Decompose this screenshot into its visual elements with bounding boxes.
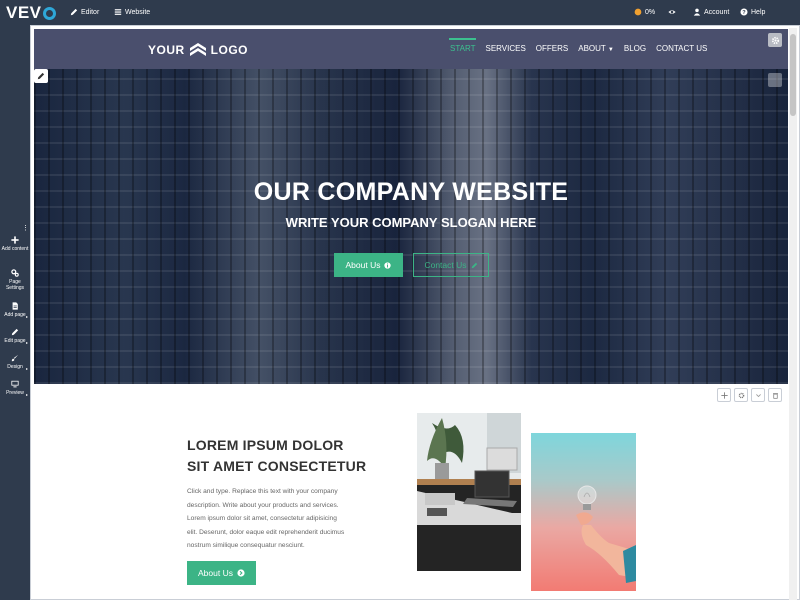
sidebar-item-label: Design bbox=[7, 364, 23, 370]
sidebar-item-preview[interactable]: Preview ▸ bbox=[0, 380, 30, 397]
lightbulb-hand-photo[interactable] bbox=[531, 433, 636, 591]
help-menu[interactable]: ? Help bbox=[740, 8, 765, 16]
section-settings-button[interactable] bbox=[734, 388, 748, 402]
pencil-icon bbox=[70, 8, 78, 16]
move-section-button[interactable] bbox=[717, 388, 731, 402]
pencil-icon bbox=[37, 72, 45, 80]
nav-link-contact[interactable]: CONTACT US bbox=[656, 44, 707, 53]
website-menu[interactable]: Website bbox=[114, 8, 150, 16]
brush-icon bbox=[11, 354, 19, 362]
plus-icon bbox=[11, 236, 19, 244]
sidebar-item-label: Add page bbox=[4, 312, 26, 318]
caret-icon: ▸ bbox=[25, 366, 28, 371]
contact-us-button-label: Contact Us bbox=[424, 260, 467, 270]
hero-edit-button[interactable] bbox=[34, 69, 48, 83]
canvas-scrollbar-thumb[interactable] bbox=[790, 34, 796, 116]
nav-link-start[interactable]: START bbox=[448, 38, 477, 53]
editor-topbar: VEV Editor Website 0% Account ? Help bbox=[0, 0, 800, 25]
hero-title: OUR COMPANY WEBSITE bbox=[253, 178, 569, 206]
help-label: Help bbox=[751, 8, 766, 16]
sidebar-item-label: Edit page bbox=[4, 338, 26, 344]
cogs-icon bbox=[11, 269, 19, 277]
nav-link-services[interactable]: SERVICES bbox=[485, 44, 525, 53]
contact-us-button[interactable]: Contact Us bbox=[413, 253, 489, 277]
sidebar-item-design[interactable]: Design ▸ bbox=[0, 354, 30, 371]
hero-subtitle: WRITE YOUR COMPANY SLOGAN HERE bbox=[285, 215, 537, 230]
content-about-us-button-label: About Us bbox=[198, 568, 233, 578]
sidebar-item-add-content[interactable]: Add content bbox=[0, 236, 30, 252]
list-icon bbox=[114, 9, 122, 15]
content-body-line: Click and type. Replace this text with y… bbox=[187, 488, 338, 495]
monitor-icon bbox=[11, 380, 19, 388]
content-about-us-button[interactable]: About Us bbox=[187, 561, 256, 585]
chevron-down-icon bbox=[755, 393, 761, 397]
content-body-line: nostrum similique consequatur nesciunt. bbox=[187, 542, 305, 549]
hero-copy-button[interactable] bbox=[768, 73, 782, 87]
arrow-circle-right-icon bbox=[237, 569, 245, 577]
sidebar-item-label: Preview bbox=[6, 390, 24, 396]
content-title-line: LOREM IPSUM DOLOR bbox=[187, 437, 344, 453]
header-settings-button[interactable] bbox=[768, 33, 782, 47]
app-logo[interactable]: VEV bbox=[6, 3, 56, 23]
sidebar-item-page-settings[interactable]: Page Settings bbox=[0, 269, 30, 291]
trash-icon bbox=[772, 392, 778, 399]
sidebar-item-label: Add content bbox=[1, 246, 29, 252]
gear-icon bbox=[771, 36, 779, 44]
nav-link-blog[interactable]: BLOG bbox=[624, 44, 646, 53]
gear-icon bbox=[738, 392, 744, 398]
caret-icon: ▸ bbox=[25, 340, 28, 345]
website-menu-label: Website bbox=[125, 8, 151, 16]
delete-section-button[interactable] bbox=[768, 388, 782, 402]
logo-ring-icon bbox=[42, 6, 56, 20]
content-body-line: Lorem ipsum dolor sit amet, consectetur … bbox=[187, 515, 337, 522]
nav-link-about-label: ABOUT bbox=[578, 44, 606, 53]
site-logo-right: LOGO bbox=[210, 43, 249, 57]
info-icon bbox=[384, 261, 392, 269]
site-logo[interactable]: YOUR LOGO bbox=[148, 41, 248, 59]
site-header: YOUR LOGO START SERVICES OFFERS ABOUT ▼ … bbox=[34, 29, 788, 69]
move-icon bbox=[720, 391, 728, 399]
site-nav: START SERVICES OFFERS ABOUT ▼ BLOG CONTA… bbox=[448, 38, 717, 53]
progress-icon bbox=[634, 8, 642, 16]
editor-menu[interactable]: Editor bbox=[70, 8, 99, 16]
nav-link-about[interactable]: ABOUT ▼ bbox=[578, 44, 614, 53]
section-collapse-button[interactable] bbox=[751, 388, 765, 402]
account-label: Account bbox=[704, 8, 730, 16]
pencil-icon bbox=[471, 262, 477, 268]
sidebar-resize-handle[interactable]: ⋮ bbox=[22, 224, 29, 232]
svg-text:?: ? bbox=[742, 10, 746, 16]
content-body-line: elit. Deserunt, dolor eaque edit reprehe… bbox=[187, 528, 345, 536]
help-icon: ? bbox=[740, 8, 748, 16]
about-us-button-label: About Us bbox=[345, 260, 381, 270]
office-desk-photo[interactable] bbox=[417, 413, 521, 571]
preview-eye-button[interactable] bbox=[668, 8, 676, 16]
file-icon bbox=[12, 302, 18, 310]
section-toolbar bbox=[717, 388, 782, 402]
caret-down-icon: ▼ bbox=[607, 47, 614, 53]
eye-icon bbox=[668, 10, 676, 14]
site-logo-left: YOUR bbox=[148, 43, 185, 57]
nav-link-offers[interactable]: OFFERS bbox=[536, 44, 568, 53]
logo-chevron-icon bbox=[189, 43, 206, 56]
content-body: Click and type. Replace this text with y… bbox=[187, 485, 367, 553]
content-title: LOREM IPSUM DOLOR SIT AMET CONSECTETUR bbox=[187, 435, 366, 477]
about-us-button[interactable]: About Us bbox=[334, 253, 403, 277]
account-menu[interactable]: Account bbox=[693, 8, 729, 16]
app-logo-text: VEV bbox=[6, 3, 42, 22]
editor-menu-label: Editor bbox=[81, 8, 100, 16]
content-title-line: SIT AMET CONSECTETUR bbox=[187, 458, 367, 474]
content-body-line: description. Write about your products a… bbox=[187, 501, 339, 509]
caret-icon: ▸ bbox=[25, 392, 28, 397]
sidebar-item-label: Page Settings bbox=[5, 279, 25, 291]
user-icon bbox=[693, 8, 701, 16]
progress-indicator[interactable]: 0% bbox=[634, 8, 655, 16]
pencil-icon bbox=[11, 328, 19, 336]
editor-sidebar: ⋮ Add content Page Settings Add page ▸ E… bbox=[0, 25, 30, 600]
sidebar-item-add-page[interactable]: Add page ▸ bbox=[0, 302, 30, 319]
caret-icon: ▸ bbox=[25, 314, 28, 319]
progress-label: 0% bbox=[645, 8, 656, 16]
sidebar-item-edit-page[interactable]: Edit page ▸ bbox=[0, 328, 30, 345]
